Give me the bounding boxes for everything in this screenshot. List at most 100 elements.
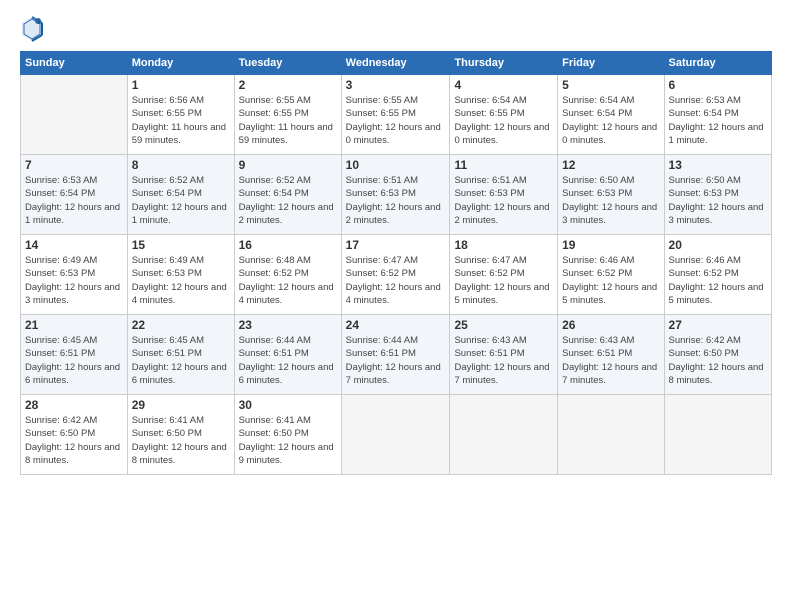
day-info: Sunrise: 6:48 AMSunset: 6:52 PMDaylight:… — [239, 254, 337, 307]
day-number: 5 — [562, 78, 659, 92]
calendar-day-cell — [664, 395, 771, 475]
day-info: Sunrise: 6:54 AMSunset: 6:55 PMDaylight:… — [454, 94, 553, 147]
day-info: Sunrise: 6:47 AMSunset: 6:52 PMDaylight:… — [346, 254, 446, 307]
day-info: Sunrise: 6:54 AMSunset: 6:54 PMDaylight:… — [562, 94, 659, 147]
weekday-header-saturday: Saturday — [664, 52, 771, 75]
day-info: Sunrise: 6:41 AMSunset: 6:50 PMDaylight:… — [239, 414, 337, 467]
calendar-week-row: 21Sunrise: 6:45 AMSunset: 6:51 PMDayligh… — [21, 315, 772, 395]
header — [20, 15, 772, 43]
day-info: Sunrise: 6:55 AMSunset: 6:55 PMDaylight:… — [346, 94, 446, 147]
calendar-week-row: 14 Sunrise: 6:49 AMSunset: 6:53 PMDayligh… — [21, 235, 772, 315]
day-info: Sunrise: 6:55 AMSunset: 6:55 PMDaylight:… — [239, 94, 337, 147]
calendar-day-cell: 28 Sunrise: 6:42 AMSunset: 6:50 PMDayligh… — [21, 395, 128, 475]
day-number: 17 — [346, 238, 446, 252]
day-number: 10 — [346, 158, 446, 172]
day-number: 2 — [239, 78, 337, 92]
weekday-header-thursday: Thursday — [450, 52, 558, 75]
day-info: Sunrise: 6:42 AMSunset: 6:50 PMDaylight:… — [669, 334, 767, 387]
day-number: 9 — [239, 158, 337, 172]
day-number: 22 — [132, 318, 230, 332]
day-info: Sunrise: 6:53 AMSunset: 6:54 PMDaylight:… — [669, 94, 767, 147]
day-info: Sunrise: 6:49 AMSunset: 6:53 PMDaylight:… — [132, 254, 230, 307]
day-info: Sunrise: 6:45 AMSunset: 6:51 PMDaylight:… — [132, 334, 230, 387]
weekday-header-monday: Monday — [127, 52, 234, 75]
day-info: Sunrise: 6:46 AMSunset: 6:52 PMDaylight:… — [562, 254, 659, 307]
calendar-day-cell: 15 Sunrise: 6:49 AMSunset: 6:53 PMDayligh… — [127, 235, 234, 315]
calendar-day-cell: 3 Sunrise: 6:55 AMSunset: 6:55 PMDaylight… — [341, 75, 450, 155]
calendar-day-cell: 4 Sunrise: 6:54 AMSunset: 6:55 PMDaylight… — [450, 75, 558, 155]
day-info: Sunrise: 6:53 AMSunset: 6:54 PMDaylight:… — [25, 174, 123, 227]
day-number: 29 — [132, 398, 230, 412]
day-number: 13 — [669, 158, 767, 172]
calendar-day-cell: 25 Sunrise: 6:43 AMSunset: 6:51 PMDayligh… — [450, 315, 558, 395]
calendar-day-cell: 7 Sunrise: 6:53 AMSunset: 6:54 PMDaylight… — [21, 155, 128, 235]
calendar-day-cell — [341, 395, 450, 475]
day-number: 1 — [132, 78, 230, 92]
day-number: 27 — [669, 318, 767, 332]
calendar-day-cell: 23 Sunrise: 6:44 AMSunset: 6:51 PMDayligh… — [234, 315, 341, 395]
calendar-day-cell — [450, 395, 558, 475]
day-info: Sunrise: 6:41 AMSunset: 6:50 PMDaylight:… — [132, 414, 230, 467]
calendar-day-cell: 11 Sunrise: 6:51 AMSunset: 6:53 PMDayligh… — [450, 155, 558, 235]
day-info: Sunrise: 6:50 AMSunset: 6:53 PMDaylight:… — [669, 174, 767, 227]
day-number: 26 — [562, 318, 659, 332]
day-number: 15 — [132, 238, 230, 252]
calendar-table: SundayMondayTuesdayWednesdayThursdayFrid… — [20, 51, 772, 475]
day-number: 3 — [346, 78, 446, 92]
day-info: Sunrise: 6:51 AMSunset: 6:53 PMDaylight:… — [346, 174, 446, 227]
day-number: 14 — [25, 238, 123, 252]
calendar-day-cell: 30 Sunrise: 6:41 AMSunset: 6:50 PMDayligh… — [234, 395, 341, 475]
calendar-day-cell: 2 Sunrise: 6:55 AMSunset: 6:55 PMDaylight… — [234, 75, 341, 155]
day-number: 6 — [669, 78, 767, 92]
weekday-header-row: SundayMondayTuesdayWednesdayThursdayFrid… — [21, 52, 772, 75]
weekday-header-sunday: Sunday — [21, 52, 128, 75]
calendar-day-cell: 29 Sunrise: 6:41 AMSunset: 6:50 PMDayligh… — [127, 395, 234, 475]
day-info: Sunrise: 6:51 AMSunset: 6:53 PMDaylight:… — [454, 174, 553, 227]
calendar-day-cell — [558, 395, 664, 475]
day-info: Sunrise: 6:56 AMSunset: 6:55 PMDaylight:… — [132, 94, 230, 147]
day-number: 20 — [669, 238, 767, 252]
calendar-day-cell: 10 Sunrise: 6:51 AMSunset: 6:53 PMDayligh… — [341, 155, 450, 235]
calendar-week-row: 1 Sunrise: 6:56 AMSunset: 6:55 PMDaylight… — [21, 75, 772, 155]
calendar-day-cell: 8 Sunrise: 6:52 AMSunset: 6:54 PMDaylight… — [127, 155, 234, 235]
day-info: Sunrise: 6:52 AMSunset: 6:54 PMDaylight:… — [132, 174, 230, 227]
calendar-day-cell: 19Sunrise: 6:46 AMSunset: 6:52 PMDayligh… — [558, 235, 664, 315]
day-info: Sunrise: 6:47 AMSunset: 6:52 PMDaylight:… — [454, 254, 553, 307]
calendar-day-cell: 5 Sunrise: 6:54 AMSunset: 6:54 PMDaylight… — [558, 75, 664, 155]
day-info: Sunrise: 6:50 AMSunset: 6:53 PMDaylight:… — [562, 174, 659, 227]
weekday-header-friday: Friday — [558, 52, 664, 75]
calendar-day-cell: 21Sunrise: 6:45 AMSunset: 6:51 PMDayligh… — [21, 315, 128, 395]
day-info: Sunrise: 6:43 AMSunset: 6:51 PMDaylight:… — [562, 334, 659, 387]
day-number: 7 — [25, 158, 123, 172]
day-number: 25 — [454, 318, 553, 332]
day-number: 16 — [239, 238, 337, 252]
calendar-day-cell: 13 Sunrise: 6:50 AMSunset: 6:53 PMDayligh… — [664, 155, 771, 235]
day-info: Sunrise: 6:52 AMSunset: 6:54 PMDaylight:… — [239, 174, 337, 227]
day-number: 24 — [346, 318, 446, 332]
logo — [20, 15, 48, 43]
day-number: 23 — [239, 318, 337, 332]
calendar-week-row: 28 Sunrise: 6:42 AMSunset: 6:50 PMDayligh… — [21, 395, 772, 475]
day-info: Sunrise: 6:44 AMSunset: 6:51 PMDaylight:… — [239, 334, 337, 387]
calendar-day-cell: 1 Sunrise: 6:56 AMSunset: 6:55 PMDaylight… — [127, 75, 234, 155]
day-number: 30 — [239, 398, 337, 412]
calendar-week-row: 7 Sunrise: 6:53 AMSunset: 6:54 PMDaylight… — [21, 155, 772, 235]
day-info: Sunrise: 6:46 AMSunset: 6:52 PMDaylight:… — [669, 254, 767, 307]
calendar-day-cell: 6 Sunrise: 6:53 AMSunset: 6:54 PMDaylight… — [664, 75, 771, 155]
day-info: Sunrise: 6:42 AMSunset: 6:50 PMDaylight:… — [25, 414, 123, 467]
calendar-day-cell: 24Sunrise: 6:44 AMSunset: 6:51 PMDayligh… — [341, 315, 450, 395]
logo-icon — [20, 15, 44, 43]
day-number: 4 — [454, 78, 553, 92]
weekday-header-wednesday: Wednesday — [341, 52, 450, 75]
day-number: 8 — [132, 158, 230, 172]
page: SundayMondayTuesdayWednesdayThursdayFrid… — [0, 0, 792, 612]
calendar-day-cell: 16 Sunrise: 6:48 AMSunset: 6:52 PMDayligh… — [234, 235, 341, 315]
day-number: 11 — [454, 158, 553, 172]
calendar-day-cell: 22 Sunrise: 6:45 AMSunset: 6:51 PMDayligh… — [127, 315, 234, 395]
day-number: 28 — [25, 398, 123, 412]
calendar-day-cell: 17 Sunrise: 6:47 AMSunset: 6:52 PMDayligh… — [341, 235, 450, 315]
calendar-day-cell — [21, 75, 128, 155]
day-info: Sunrise: 6:43 AMSunset: 6:51 PMDaylight:… — [454, 334, 553, 387]
calendar-day-cell: 9 Sunrise: 6:52 AMSunset: 6:54 PMDaylight… — [234, 155, 341, 235]
day-number: 18 — [454, 238, 553, 252]
